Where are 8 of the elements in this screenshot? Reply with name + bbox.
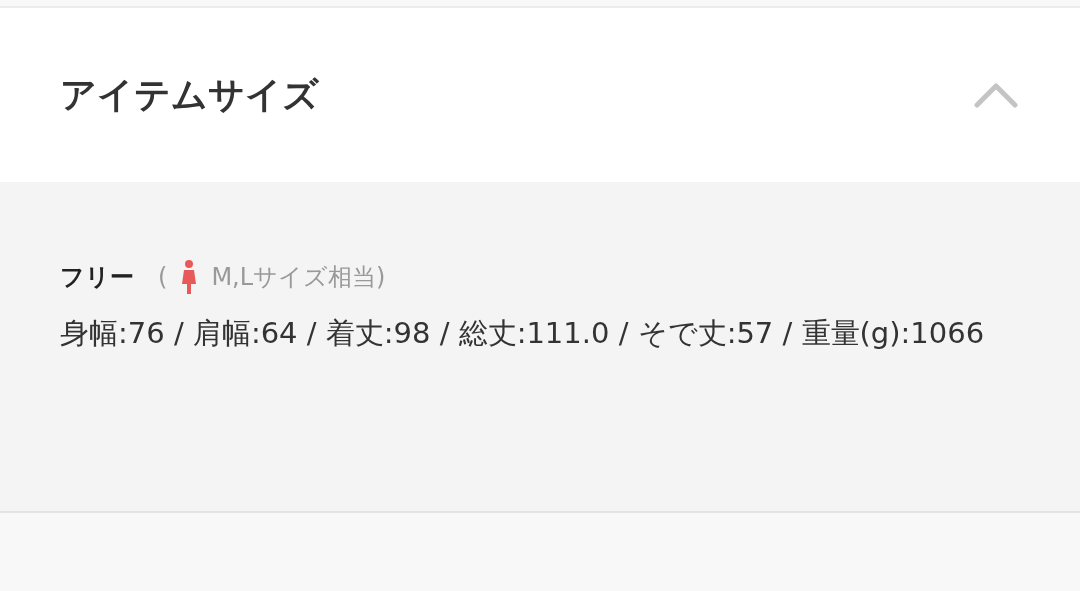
- accordion-header[interactable]: アイテムサイズ: [0, 8, 1080, 182]
- size-equivalent: M,Lサイズ相当): [211, 262, 386, 293]
- section-title: アイテムサイズ: [60, 72, 319, 117]
- size-name: フリー: [60, 262, 134, 293]
- person-icon: [181, 260, 198, 294]
- open-paren: (: [158, 263, 168, 291]
- chevron-icon[interactable]: [974, 82, 1018, 108]
- size-measurements: 身幅:76 / 肩幅:64 / 着丈:98 / 総丈:111.0 / そで丈:57 / 重量(g):1066: [60, 315, 986, 352]
